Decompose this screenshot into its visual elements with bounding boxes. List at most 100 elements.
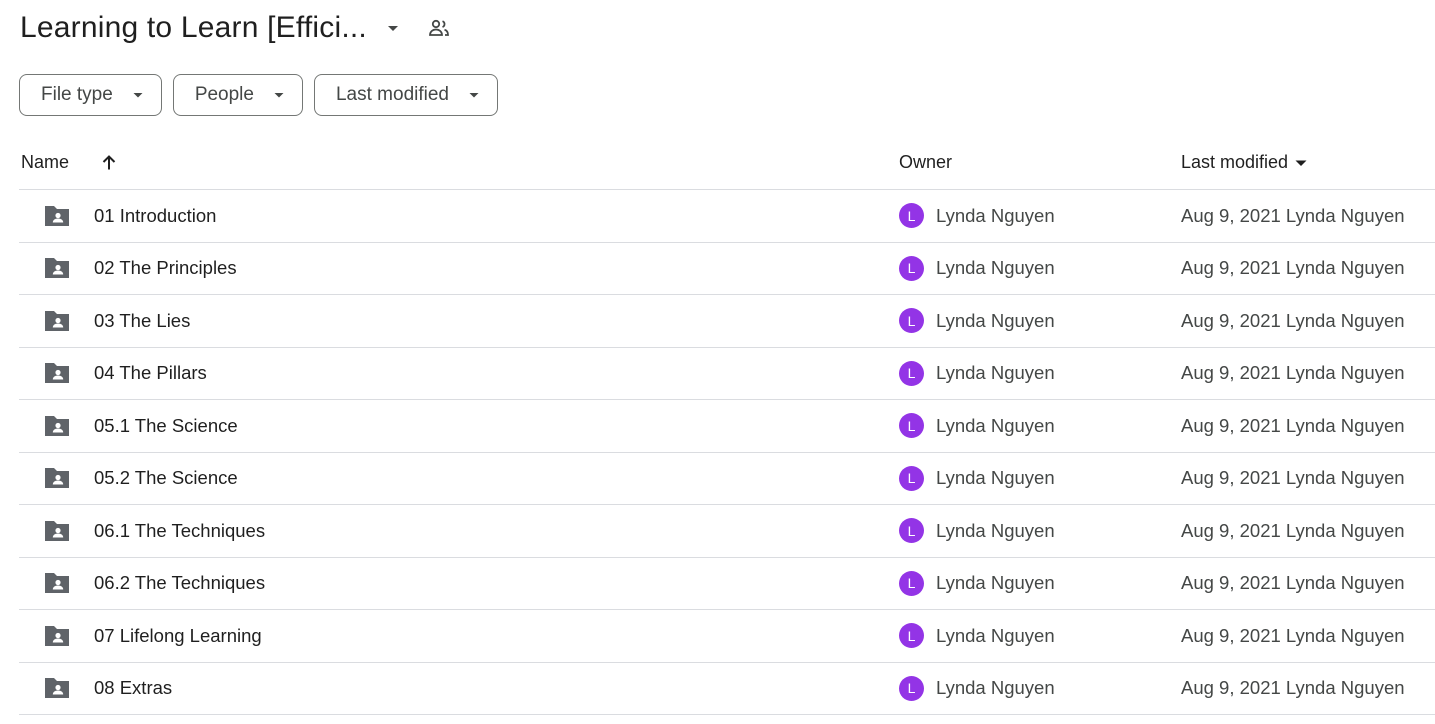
owner-name: Lynda Nguyen	[936, 362, 1055, 384]
table-row[interactable]: 03 The Lies L Lynda Nguyen Aug 9, 2021 L…	[19, 295, 1435, 348]
avatar[interactable]: L	[899, 570, 924, 596]
file-list-header: Name Owner Last modified	[19, 136, 1435, 190]
avatar[interactable]: L	[899, 465, 924, 491]
name-cell: 02 The Principles	[19, 253, 899, 283]
owner-column-header[interactable]: Owner	[899, 152, 1181, 173]
last-modified-filter-label: Last modified	[335, 84, 449, 105]
owner-name: Lynda Nguyen	[936, 519, 1055, 541]
last-modified-cell: Aug 9, 2021 Lynda Nguyen	[1181, 204, 1405, 226]
owner-cell: L Lynda Nguyen	[899, 675, 1181, 701]
last-modified-cell: Aug 9, 2021 Lynda Nguyen	[1181, 414, 1405, 436]
owner-cell: L Lynda Nguyen	[899, 360, 1181, 386]
file-name[interactable]: 05.1 The Science	[94, 415, 238, 437]
avatar[interactable]: L	[899, 308, 924, 334]
owner-cell: L Lynda Nguyen	[899, 465, 1181, 491]
owner-name: Lynda Nguyen	[936, 572, 1055, 594]
last-modified-cell: Aug 9, 2021 Lynda Nguyen	[1181, 362, 1405, 384]
owner-name: Lynda Nguyen	[936, 204, 1055, 226]
arrow-drop-down-icon[interactable]	[1294, 156, 1308, 170]
table-row[interactable]: 05.1 The Science L Lynda Nguyen Aug 9, 2…	[19, 400, 1435, 453]
table-row[interactable]: 08 Extras L Lynda Nguyen Aug 9, 2021 Lyn…	[19, 663, 1435, 715]
table-row[interactable]: 06.1 The Techniques L Lynda Nguyen Aug 9…	[19, 505, 1435, 558]
avatar[interactable]: L	[899, 360, 924, 386]
file-name[interactable]: 05.2 The Science	[94, 467, 238, 489]
name-cell: 04 The Pillars	[19, 358, 899, 388]
folder-title[interactable]: Learning to Learn [Effici...	[20, 10, 367, 46]
owner-cell: L Lynda Nguyen	[899, 623, 1181, 649]
avatar[interactable]: L	[899, 413, 924, 439]
owner-cell: L Lynda Nguyen	[899, 255, 1181, 281]
last-modified-column-label[interactable]: Last modified	[1181, 152, 1288, 173]
people-icon[interactable]	[425, 14, 453, 42]
name-cell: 05.2 The Science	[19, 463, 899, 493]
shared-folder-icon	[42, 306, 72, 336]
arrow-upward-icon[interactable]	[99, 153, 119, 173]
people-filter[interactable]: People	[172, 74, 303, 116]
table-row[interactable]: 05.2 The Science L Lynda Nguyen Aug 9, 2…	[19, 453, 1435, 505]
owner-cell: L Lynda Nguyen	[899, 413, 1181, 439]
file-list: Name Owner Last modified 01 Introduction	[19, 136, 1435, 715]
name-column-header[interactable]: Name	[19, 152, 899, 173]
shared-folder-icon	[42, 673, 72, 703]
name-cell: 08 Extras	[19, 673, 899, 703]
table-row[interactable]: 06.2 The Techniques L Lynda Nguyen Aug 9…	[19, 558, 1435, 610]
drive-folder-view: Learning to Learn [Effici... File type P…	[0, 0, 1435, 724]
name-cell: 05.1 The Science	[19, 411, 899, 441]
avatar[interactable]: L	[899, 675, 924, 701]
file-name[interactable]: 03 The Lies	[94, 310, 190, 332]
owner-name: Lynda Nguyen	[936, 624, 1055, 646]
owner-name: Lynda Nguyen	[936, 677, 1055, 699]
last-modified-column-header[interactable]: Last modified	[1181, 152, 1308, 173]
file-name[interactable]: 02 The Principles	[94, 257, 237, 279]
file-type-filter[interactable]: File type	[19, 74, 162, 116]
avatar[interactable]: L	[899, 203, 924, 229]
last-modified-cell: Aug 9, 2021 Lynda Nguyen	[1181, 519, 1405, 541]
shared-folder-icon	[42, 516, 72, 546]
filter-bar: File type People Last modified	[19, 74, 498, 116]
people-filter-label: People	[194, 84, 254, 105]
name-cell: 01 Introduction	[19, 201, 899, 231]
shared-folder-icon	[42, 568, 72, 598]
last-modified-cell: Aug 9, 2021 Lynda Nguyen	[1181, 309, 1405, 331]
file-name[interactable]: 06.2 The Techniques	[94, 572, 265, 594]
shared-folder-icon	[42, 621, 72, 651]
file-name[interactable]: 04 The Pillars	[94, 362, 207, 384]
owner-cell: L Lynda Nguyen	[899, 308, 1181, 334]
name-column-label[interactable]: Name	[21, 152, 69, 173]
table-row[interactable]: 01 Introduction L Lynda Nguyen Aug 9, 20…	[19, 190, 1435, 243]
last-modified-filter[interactable]: Last modified	[313, 74, 498, 116]
folder-title-menu[interactable]: Learning to Learn [Effici...	[20, 10, 405, 46]
shared-folder-icon	[42, 253, 72, 283]
shared-folder-icon	[42, 358, 72, 388]
file-name[interactable]: 07 Lifelong Learning	[94, 625, 262, 647]
last-modified-cell: Aug 9, 2021 Lynda Nguyen	[1181, 257, 1405, 279]
owner-cell: L Lynda Nguyen	[899, 518, 1181, 544]
file-type-filter-label: File type	[41, 84, 113, 105]
owner-name: Lynda Nguyen	[936, 414, 1055, 436]
avatar[interactable]: L	[899, 518, 924, 544]
name-cell: 07 Lifelong Learning	[19, 621, 899, 651]
arrow-drop-down-icon	[131, 88, 145, 102]
shared-folder-icon	[42, 463, 72, 493]
name-cell: 06.1 The Techniques	[19, 516, 899, 546]
avatar[interactable]: L	[899, 255, 924, 281]
arrow-drop-down-icon	[467, 88, 481, 102]
owner-cell: L Lynda Nguyen	[899, 570, 1181, 596]
file-name[interactable]: 08 Extras	[94, 677, 172, 699]
owner-name: Lynda Nguyen	[936, 257, 1055, 279]
table-row[interactable]: 07 Lifelong Learning L Lynda Nguyen Aug …	[19, 610, 1435, 663]
table-row[interactable]: 02 The Principles L Lynda Nguyen Aug 9, …	[19, 243, 1435, 295]
last-modified-cell: Aug 9, 2021 Lynda Nguyen	[1181, 467, 1405, 489]
table-row[interactable]: 04 The Pillars L Lynda Nguyen Aug 9, 202…	[19, 348, 1435, 400]
name-cell: 03 The Lies	[19, 306, 899, 336]
shared-folder-icon	[42, 411, 72, 441]
file-name[interactable]: 01 Introduction	[94, 205, 216, 227]
name-cell: 06.2 The Techniques	[19, 568, 899, 598]
avatar[interactable]: L	[899, 623, 924, 649]
arrow-drop-down-icon	[272, 88, 286, 102]
last-modified-cell: Aug 9, 2021 Lynda Nguyen	[1181, 572, 1405, 594]
folder-header: Learning to Learn [Effici...	[0, 0, 1435, 56]
owner-name: Lynda Nguyen	[936, 309, 1055, 331]
file-name[interactable]: 06.1 The Techniques	[94, 520, 265, 542]
arrow-drop-down-icon[interactable]	[381, 16, 405, 40]
